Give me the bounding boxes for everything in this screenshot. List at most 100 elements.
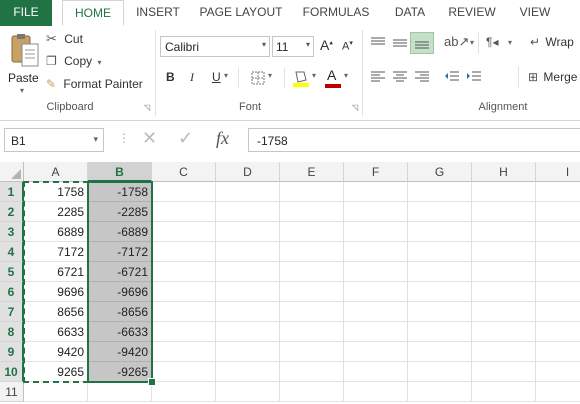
cell-b6[interactable]: -9696 [88,282,152,302]
cell-b3[interactable]: -6889 [88,222,152,242]
cell-e9[interactable] [280,342,344,362]
cell-a2[interactable]: 2285 [24,202,88,222]
font-color-dropdown-icon[interactable]: ▾ [344,71,348,80]
cell-c7[interactable] [152,302,216,322]
bottom-align-button[interactable] [410,32,434,54]
wrap-text-button[interactable]: ↵ Wrap [530,35,574,49]
font-launcher-icon[interactable]: ◹ [352,103,358,112]
cell-c11[interactable] [152,382,216,402]
row-header[interactable]: 4 [0,242,24,262]
cell-g3[interactable] [408,222,472,242]
borders-button[interactable] [251,71,265,88]
align-right-button[interactable] [414,70,430,87]
cell-g2[interactable] [408,202,472,222]
cell-d2[interactable] [216,202,280,222]
shrink-font-button[interactable]: A▾ [342,39,353,53]
cell-a3[interactable]: 6889 [24,222,88,242]
cell-h11[interactable] [472,382,536,402]
cell-i4[interactable] [536,242,580,262]
cell-i9[interactable] [536,342,580,362]
cell-f11[interactable] [344,382,408,402]
cell-g11[interactable] [408,382,472,402]
cell-a1[interactable]: 1758 [24,182,88,202]
cell-g7[interactable] [408,302,472,322]
cell-h9[interactable] [472,342,536,362]
cell-a8[interactable]: 6633 [24,322,88,342]
top-align-button[interactable] [370,36,386,53]
tab-data[interactable]: DATA [388,0,432,26]
cell-a9[interactable]: 9420 [24,342,88,362]
cancel-icon[interactable]: ✕ [142,128,157,149]
row-header[interactable]: 8 [0,322,24,342]
cell-e11[interactable] [280,382,344,402]
cell-e3[interactable] [280,222,344,242]
column-header-e[interactable]: E [280,162,344,182]
formula-input[interactable]: -1758 [248,128,580,152]
cell-i11[interactable] [536,382,580,402]
cell-a7[interactable]: 8656 [24,302,88,322]
cell-b4[interactable]: -7172 [88,242,152,262]
cell-b9[interactable]: -9420 [88,342,152,362]
cell-b1[interactable]: -1758 [88,182,152,202]
underline-dropdown-icon[interactable]: ▾ [224,71,228,80]
cell-d8[interactable] [216,322,280,342]
orientation-button[interactable]: ab↗ [444,34,469,50]
cell-b8[interactable]: -6633 [88,322,152,342]
align-left-button[interactable] [370,70,386,87]
tab-page-layout[interactable]: PAGE LAYOUT [196,0,286,26]
fill-handle[interactable] [148,378,156,386]
cell-e6[interactable] [280,282,344,302]
cell-h10[interactable] [472,362,536,382]
cell-e4[interactable] [280,242,344,262]
cell-f2[interactable] [344,202,408,222]
cell-c4[interactable] [152,242,216,262]
cell-h4[interactable] [472,242,536,262]
cell-h5[interactable] [472,262,536,282]
cell-d6[interactable] [216,282,280,302]
cell-h3[interactable] [472,222,536,242]
cell-b7[interactable]: -8656 [88,302,152,322]
tab-file[interactable]: FILE [0,0,52,26]
cell-a11[interactable] [24,382,88,402]
format-painter-button[interactable]: ✎ Format Painter [46,77,143,91]
clipboard-launcher-icon[interactable]: ◹ [144,103,150,112]
cell-d11[interactable] [216,382,280,402]
row-header[interactable]: 1 [0,182,24,202]
align-center-button[interactable] [392,70,408,87]
cell-e5[interactable] [280,262,344,282]
cell-g8[interactable] [408,322,472,342]
row-header[interactable]: 5 [0,262,24,282]
cell-f7[interactable] [344,302,408,322]
cell-d10[interactable] [216,362,280,382]
cell-e7[interactable] [280,302,344,322]
increase-indent-button[interactable] [466,70,482,87]
column-header-a[interactable]: A [24,162,88,182]
cell-b10[interactable]: -9265 [88,362,152,382]
cell-c3[interactable] [152,222,216,242]
column-header-i[interactable]: I [536,162,580,182]
italic-button[interactable]: I [190,70,194,85]
cell-f1[interactable] [344,182,408,202]
cell-g9[interactable] [408,342,472,362]
tab-review[interactable]: REVIEW [444,0,500,26]
orientation-dropdown-icon[interactable]: ▾ [470,38,474,47]
cell-g10[interactable] [408,362,472,382]
cell-i7[interactable] [536,302,580,322]
merge-center-button[interactable]: ⊞ Merge [528,70,577,84]
row-header[interactable]: 6 [0,282,24,302]
cell-f10[interactable] [344,362,408,382]
row-header[interactable]: 7 [0,302,24,322]
tab-home[interactable]: HOME [62,0,124,26]
cell-h7[interactable] [472,302,536,322]
paste-button[interactable]: Paste ▾ [6,30,42,96]
name-box[interactable]: B1 ▾ [4,128,104,152]
column-header-c[interactable]: C [152,162,216,182]
grow-font-button[interactable]: A▴ [320,37,333,53]
cell-g1[interactable] [408,182,472,202]
cut-button[interactable]: ✂ Cut [46,31,83,47]
column-header-h[interactable]: H [472,162,536,182]
underline-button[interactable]: U [212,70,221,84]
column-header-d[interactable]: D [216,162,280,182]
cell-a6[interactable]: 9696 [24,282,88,302]
cell-a4[interactable]: 7172 [24,242,88,262]
